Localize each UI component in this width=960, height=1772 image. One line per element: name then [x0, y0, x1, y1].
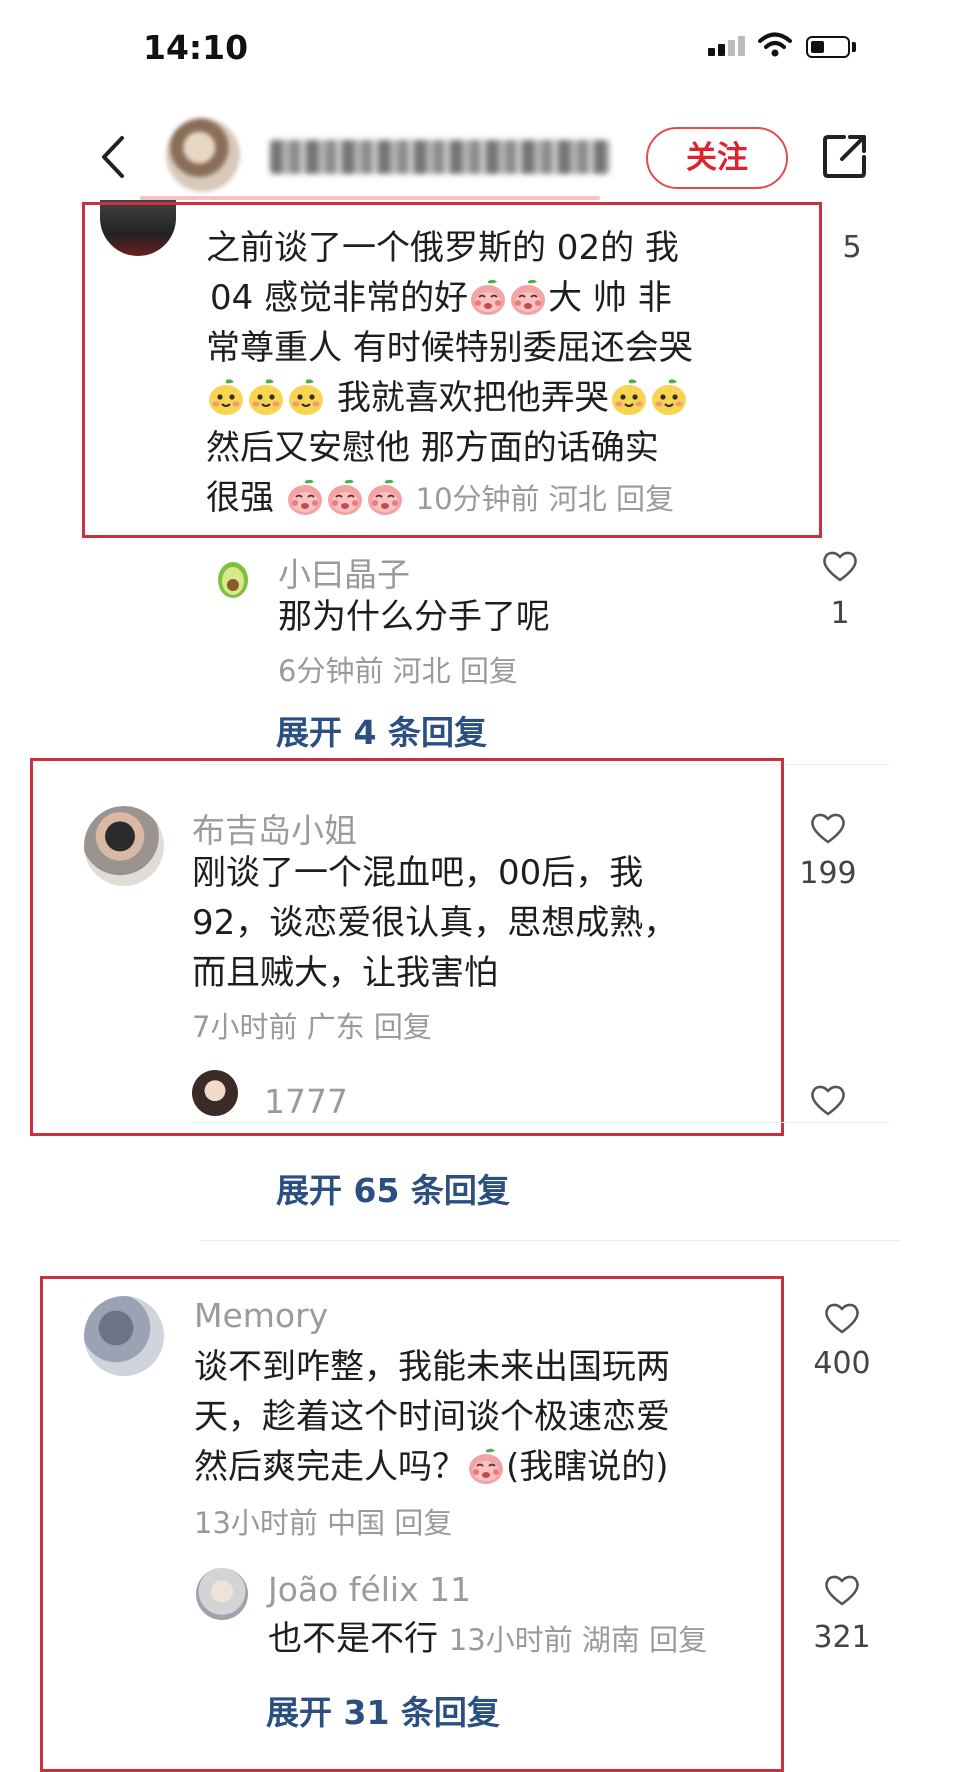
reply-meta[interactable]: 6分钟前 河北 回复	[278, 648, 518, 690]
like-count: 321	[813, 1620, 871, 1655]
battery-icon	[806, 36, 850, 58]
shy-peach-emoji	[285, 477, 325, 517]
follow-button[interactable]: 关注	[646, 127, 788, 189]
cell-signal-icon	[708, 36, 748, 56]
like-count: 5	[842, 230, 862, 265]
reply-avatar[interactable]	[196, 1568, 248, 1620]
like-count: 199	[799, 856, 857, 891]
expand-replies-link[interactable]: 展开 65 条回复	[276, 1164, 510, 1212]
comment-meta[interactable]: 10分钟前 河北 回复	[416, 482, 674, 516]
comment-text-line: 然后又安慰他 那方面的话确实	[206, 428, 659, 468]
blush-face-emoji	[246, 377, 286, 417]
author-avatar[interactable]	[166, 118, 240, 192]
heart-icon[interactable]	[808, 808, 848, 848]
expand-replies-link[interactable]: 展开 31 条回复	[266, 1686, 500, 1734]
comment-text-line: 04 感觉非常的好大 帅 非	[210, 277, 672, 318]
comment-text-line: 而且贼大，让我害怕	[192, 953, 498, 993]
comment-avatar[interactable]	[84, 1296, 164, 1376]
heart-icon[interactable]	[820, 546, 860, 586]
blush-face-emoji	[206, 377, 246, 417]
wifi-icon	[758, 32, 792, 57]
comment-text-line: 刚谈了一个混血吧，00后，我	[192, 853, 644, 893]
divider	[200, 1240, 900, 1241]
reply-username[interactable]: 小曰晶子	[278, 548, 410, 596]
blush-face-emoji	[286, 377, 326, 417]
reply-meta[interactable]: 13小时前 湖南 回复	[449, 1623, 707, 1657]
comment-text-line: 很强 10分钟前 河北 回复	[206, 477, 674, 518]
shy-peach-emoji	[468, 277, 508, 317]
divider	[190, 1122, 890, 1123]
back-icon[interactable]	[100, 135, 126, 179]
comment-text-line: 谈不到咋整，我能未来出国玩两	[194, 1347, 670, 1387]
heart-icon[interactable]	[808, 1080, 848, 1120]
reply-avatar[interactable]	[192, 1070, 238, 1116]
heart-icon[interactable]	[822, 1298, 862, 1338]
header-divider	[140, 196, 600, 200]
blush-face-emoji	[609, 377, 649, 417]
comment-text-line: 天，趁着这个时间谈个极速恋爱	[194, 1397, 670, 1437]
reply-username[interactable]: João félix 11	[268, 1570, 471, 1609]
comment-avatar[interactable]	[84, 806, 164, 886]
shy-peach-emoji	[325, 477, 365, 517]
comment-text-line: 92，谈恋爱很认真，思想成熟，	[192, 903, 678, 943]
reply-text-line: 也不是不行 13小时前 湖南 回复	[268, 1619, 708, 1659]
status-time: 14:10	[143, 28, 249, 67]
comment-text-line: 常尊重人 有时候特别委屈还会哭	[206, 328, 693, 368]
shy-peach-emoji	[466, 1446, 506, 1486]
reply-text: 那为什么分手了呢	[278, 597, 550, 637]
reply-username[interactable]: 1777	[264, 1082, 348, 1121]
avocado-avatar[interactable]	[214, 556, 252, 600]
comment-username[interactable]: Memory	[194, 1296, 328, 1335]
share-icon[interactable]	[822, 133, 868, 179]
comment-text-line: 之前谈了一个俄罗斯的 02的 我	[206, 228, 679, 268]
expand-replies-link[interactable]: 展开 4 条回复	[276, 706, 487, 754]
comment-text-line: 然后爽完走人吗？ (我瞎说的)	[194, 1446, 669, 1487]
comment-meta[interactable]: 7小时前 广东 回复	[192, 1004, 432, 1046]
comment-text-line: 我就喜欢把他弄哭	[206, 373, 689, 423]
author-name-blurred	[270, 140, 610, 174]
like-count: 400	[813, 1346, 871, 1381]
battery-cap	[852, 42, 856, 52]
shy-peach-emoji	[365, 477, 405, 517]
comment-username[interactable]: 布吉岛小姐	[192, 804, 357, 852]
comment-meta[interactable]: 13小时前 中国 回复	[194, 1500, 452, 1542]
heart-icon[interactable]	[822, 1570, 862, 1610]
blush-face-emoji	[649, 377, 689, 417]
like-count: 1	[830, 596, 850, 631]
shy-peach-emoji	[508, 277, 548, 317]
